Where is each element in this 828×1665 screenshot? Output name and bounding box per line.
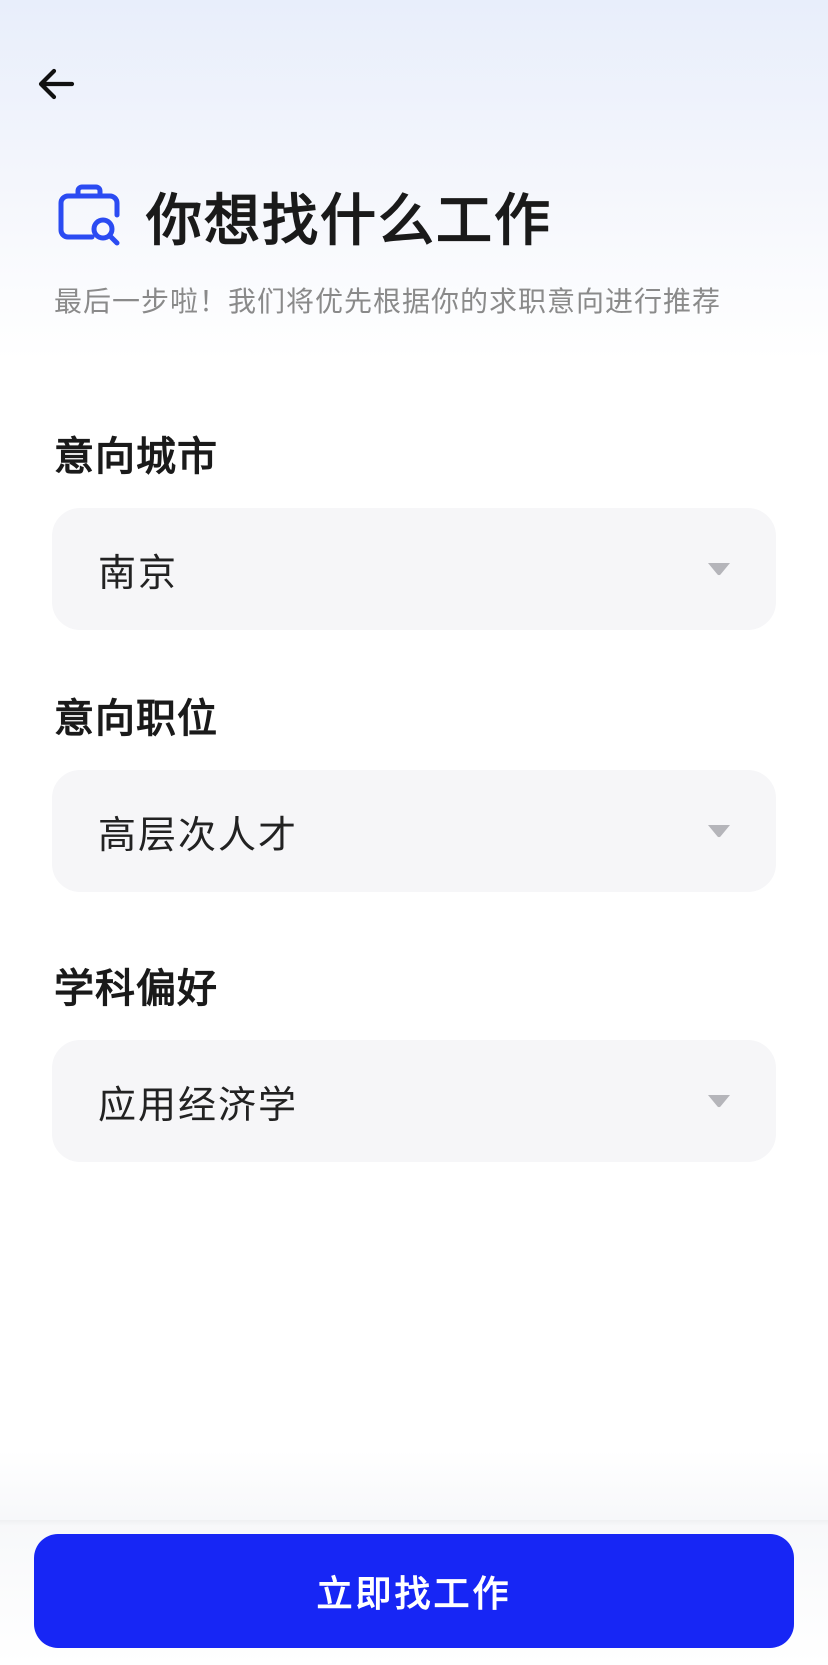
- position-select-value: 高层次人才: [98, 812, 299, 857]
- find-job-button[interactable]: 立即找工作: [34, 1534, 794, 1648]
- city-label: 意向城市: [54, 434, 218, 480]
- page-subtitle: 最后一步啦！我们将优先根据你的求职意向进行推荐: [54, 285, 722, 318]
- position-select[interactable]: 高层次人才: [52, 770, 776, 892]
- caret-down-icon: [708, 825, 730, 838]
- back-button[interactable]: [30, 58, 82, 110]
- caret-down-icon: [708, 563, 730, 576]
- find-job-button-label: 立即找工作: [316, 1574, 512, 1615]
- city-select[interactable]: 南京: [52, 508, 776, 630]
- subject-select[interactable]: 应用经济学: [52, 1040, 776, 1162]
- subject-select-value: 应用经济学: [98, 1082, 299, 1127]
- city-select-value: 南京: [98, 550, 179, 595]
- arrow-left-icon: [38, 68, 75, 100]
- page: 你想找什么工作 最后一步啦！我们将优先根据你的求职意向进行推荐 意向城市 南京 …: [0, 0, 828, 1665]
- briefcase-search-icon: [58, 184, 120, 246]
- position-label: 意向职位: [54, 696, 218, 742]
- title-row: 你想找什么工作: [56, 176, 552, 256]
- footer-divider: [0, 1520, 828, 1526]
- page-title: 你想找什么工作: [146, 188, 552, 254]
- subject-label: 学科偏好: [54, 966, 218, 1012]
- caret-down-icon: [708, 1095, 730, 1108]
